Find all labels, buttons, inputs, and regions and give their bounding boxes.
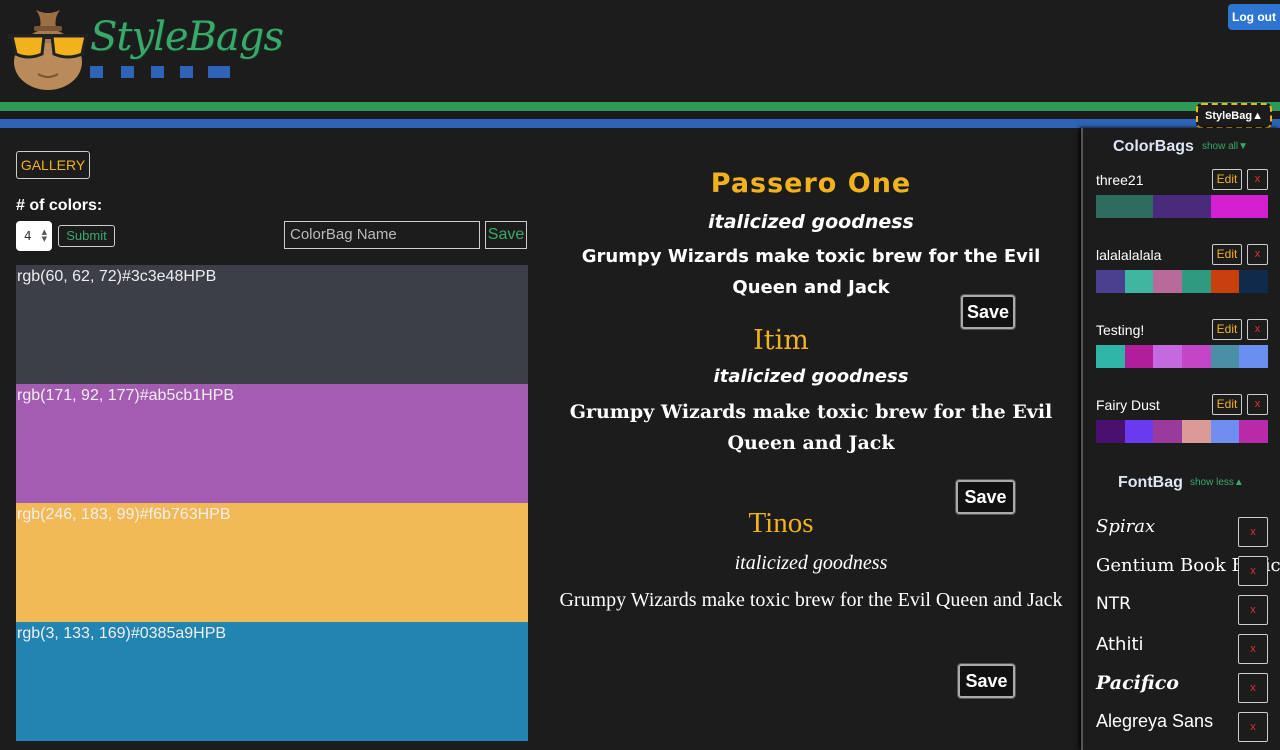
colorbag-color-chip xyxy=(1210,345,1240,368)
colorbag-color-chip xyxy=(1210,420,1240,443)
colorbag-delete-button[interactable]: x xyxy=(1247,169,1268,190)
fontbag-delete-button[interactable]: x xyxy=(1238,634,1268,664)
colorbag-strip[interactable] xyxy=(1096,345,1269,368)
colorbag-color-chip xyxy=(1153,420,1183,443)
font-name: Passero One xyxy=(710,168,912,199)
logo-text[interactable]: StyleBags xyxy=(90,14,284,60)
color-swatches: rgb(60, 62, 72)#3c3e48HPB rgb(171, 92, 1… xyxy=(16,265,528,741)
colorbag-color-chip xyxy=(1182,270,1211,293)
fontbag-font-name: Athiti xyxy=(1096,634,1144,655)
num-colors-label: # of colors: xyxy=(16,197,103,214)
font-name: Tinos xyxy=(748,507,814,539)
fontbag-delete-button[interactable]: x xyxy=(1238,595,1268,625)
header-stripe-blue xyxy=(0,119,1280,128)
colorbag-color-chip xyxy=(1096,345,1125,368)
colorbag-name: lalalalalala xyxy=(1096,247,1162,263)
colorbag-color-chip xyxy=(1182,345,1211,368)
fontbag-delete-button[interactable]: x xyxy=(1238,517,1268,547)
swatch-label: rgb(3, 133, 169)#0385a9HPB xyxy=(17,625,227,642)
colorbags-heading: ColorBags xyxy=(1113,138,1194,155)
font-italic-sample: italicized goodness xyxy=(708,211,914,233)
colorbag-strip[interactable] xyxy=(1096,270,1269,293)
font-italic-sample: italicized goodness xyxy=(734,552,888,574)
colorbag-color-chip xyxy=(1096,270,1125,293)
fontbag-font-name: Alegreya Sans xyxy=(1096,711,1214,731)
header: StyleBags Log out xyxy=(0,0,1280,102)
colorbag-color-chip xyxy=(1182,420,1211,443)
logout-button[interactable]: Log out xyxy=(1228,4,1280,30)
num-colors-value: 4 xyxy=(24,229,32,243)
colorbag-color-chip xyxy=(1124,420,1154,443)
logo-square xyxy=(90,66,103,78)
colorbag-color-chip xyxy=(1153,270,1183,293)
fontbag-font-name: NTR xyxy=(1096,594,1131,614)
header-stripe-green xyxy=(0,102,1280,111)
colorbag-edit-button[interactable]: Edit xyxy=(1212,244,1242,265)
font-preview-tinos: Tinos italicized goodness Grumpy Wizards… xyxy=(550,507,1072,616)
colorbag-name: three21 xyxy=(1096,172,1144,188)
colorbag-color-chip xyxy=(1210,270,1240,293)
color-swatch[interactable]: rgb(171, 92, 177)#ab5cb1HPB xyxy=(16,384,528,503)
stylebag-sidebar: ColorBags show all▼ three21 Edit x lalal… xyxy=(1081,128,1280,750)
logo-square xyxy=(151,66,164,78)
font-save-button[interactable]: Save xyxy=(957,663,1016,699)
colorbag-delete-button[interactable]: x xyxy=(1247,319,1268,340)
stepper-arrows-icon[interactable]: ▲ ▼ xyxy=(42,229,47,243)
font-pangram: Grumpy Wizards make toxic brew for the E… xyxy=(569,401,1053,454)
color-swatch[interactable]: rgb(60, 62, 72)#3c3e48HPB xyxy=(16,265,528,384)
fontbag-delete-button[interactable]: x xyxy=(1238,673,1268,703)
swatch-label: rgb(171, 92, 177)#ab5cb1HPB xyxy=(17,387,235,404)
logo-square xyxy=(208,66,230,78)
colorbag-edit-button[interactable]: Edit xyxy=(1212,319,1242,340)
colorbag-edit-button[interactable]: Edit xyxy=(1212,169,1242,190)
colorbag-color-chip xyxy=(1239,345,1269,368)
colorbag-name: Fairy Dust xyxy=(1096,397,1160,413)
font-italic-sample: italicized goodness xyxy=(713,366,909,387)
colorbag-color-chip xyxy=(1153,195,1211,218)
font-preview-passero-one: Passero One italicized goodness Grumpy W… xyxy=(550,168,1072,303)
font-name: Itim xyxy=(753,325,809,356)
colorbag-strip[interactable] xyxy=(1096,420,1269,443)
font-pangram: Grumpy Wizards make toxic brew for the E… xyxy=(559,589,1063,611)
colorbag-color-chip xyxy=(1096,420,1125,443)
colorbag-delete-button[interactable]: x xyxy=(1247,394,1268,415)
colorbag-color-chip xyxy=(1210,195,1268,218)
colorbag-edit-button[interactable]: Edit xyxy=(1212,394,1242,415)
color-swatch[interactable]: rgb(246, 183, 99)#f6b763HPB xyxy=(16,503,528,622)
fontbag-font-name: Pacifico xyxy=(1096,672,1179,694)
colorbags-show-all-link[interactable]: show all▼ xyxy=(1202,141,1248,152)
colorbag-save-button[interactable]: Save xyxy=(485,221,527,249)
stylebag-toggle-button[interactable]: StyleBag▲ xyxy=(1196,103,1272,129)
swatch-label: rgb(60, 62, 72)#3c3e48HPB xyxy=(17,268,217,285)
gallery-button[interactable]: GALLERY xyxy=(16,151,90,179)
colorbag-color-chip xyxy=(1124,270,1154,293)
font-pangram: Grumpy Wizards make toxic brew for the E… xyxy=(581,246,1041,298)
color-swatch[interactable]: rgb(3, 133, 169)#0385a9HPB xyxy=(16,622,528,741)
submit-button[interactable]: Submit xyxy=(58,225,115,247)
colorbag-color-chip xyxy=(1124,345,1154,368)
colorbag-strip[interactable] xyxy=(1096,195,1268,218)
fontbag-delete-button[interactable]: x xyxy=(1238,556,1268,586)
fontbag-delete-button[interactable]: x xyxy=(1238,712,1268,742)
font-preview-itim: Itim italicized goodness Grumpy Wizards … xyxy=(550,325,1072,459)
colorbag-name: Testing! xyxy=(1096,322,1145,338)
logo-square xyxy=(180,66,193,78)
colorbag-color-chip xyxy=(1239,420,1269,443)
colorbag-delete-button[interactable]: x xyxy=(1247,244,1268,265)
swatch-label: rgb(246, 183, 99)#f6b763HPB xyxy=(17,506,231,523)
logo-bag-icon[interactable] xyxy=(8,4,88,92)
colorbag-color-chip xyxy=(1153,345,1183,368)
colorbag-color-chip xyxy=(1096,195,1154,218)
logo-square xyxy=(121,66,134,78)
num-colors-stepper[interactable]: 4 ▲ ▼ xyxy=(16,221,52,251)
font-save-button[interactable]: Save xyxy=(960,294,1016,330)
fontbag-show-less-link[interactable]: show less▲ xyxy=(1190,477,1244,488)
fontbag-heading: FontBag xyxy=(1118,474,1183,491)
colorbag-color-chip xyxy=(1239,270,1269,293)
fontbag-font-name: Spirax xyxy=(1096,516,1156,537)
colorbag-name-input[interactable]: ColorBag Name xyxy=(284,221,480,249)
